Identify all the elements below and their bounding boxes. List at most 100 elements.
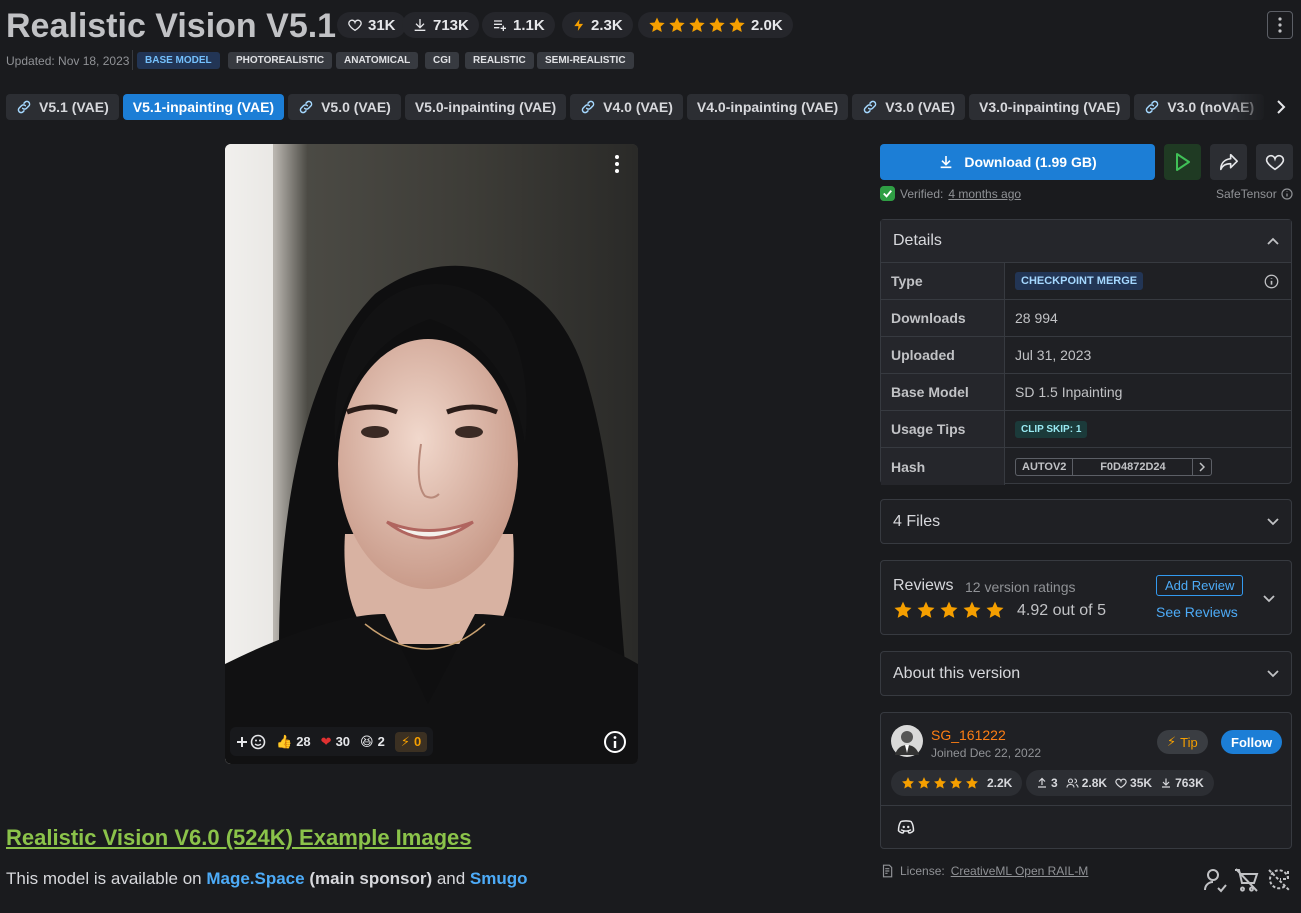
collections-stat[interactable]: 1.1K: [482, 12, 555, 38]
version-tabs: V5.1 (VAE) V5.1-inpainting (VAE) V5.0 (VAE…: [6, 94, 1294, 120]
version-tab-label: V3.0-inpainting (VAE): [979, 99, 1121, 115]
add-reaction-icon: [237, 734, 266, 749]
downloads-stat[interactable]: 713K: [402, 12, 479, 38]
tag-photorealistic[interactable]: PHOTOREALISTIC: [228, 52, 333, 69]
hash-selector[interactable]: AUTOV2 F0D4872D24: [1015, 457, 1213, 476]
detail-value: CHECKPOINT MERGE: [1005, 263, 1291, 299]
run-model-button[interactable]: [1164, 144, 1201, 180]
bolt-icon: ⚡: [400, 733, 410, 749]
tip-button[interactable]: ⚡ Tip: [1157, 730, 1208, 754]
mage-space-link[interactable]: Mage.Space: [206, 869, 304, 888]
more-options-button[interactable]: [1267, 11, 1293, 39]
add-reaction-button[interactable]: [236, 734, 266, 750]
share-button[interactable]: [1210, 144, 1247, 180]
version-tab[interactable]: V5.0 (VAE): [288, 94, 401, 120]
rating-stat[interactable]: 2.0K: [638, 12, 793, 38]
version-tab[interactable]: V5.0-inpainting (VAE): [404, 94, 567, 120]
link-icon: [299, 100, 313, 114]
details-header[interactable]: Details: [881, 220, 1291, 263]
version-tab-label: V5.1-inpainting (VAE): [132, 99, 275, 115]
laugh-reaction[interactable]: 😆 2: [360, 734, 385, 750]
tag-cgi[interactable]: CGI: [425, 52, 459, 69]
smugo-link[interactable]: Smugo: [470, 869, 528, 888]
creator-name-link[interactable]: SG_161222: [931, 727, 1006, 743]
creator-downloads: 763K: [1160, 776, 1204, 790]
creator-divider: [881, 805, 1291, 806]
version-tab[interactable]: V5.1 (VAE): [6, 94, 119, 120]
heart-icon: [1265, 154, 1284, 171]
star-icon: [940, 601, 958, 618]
detail-value: SD 1.5 Inpainting: [1015, 384, 1123, 400]
creator-card: SG_161222 Joined Dec 22, 2022 ⚡ Tip Foll…: [880, 712, 1292, 849]
reviews-count: 12 version ratings: [965, 579, 1076, 595]
image-info-button[interactable]: [603, 730, 627, 754]
hash-value[interactable]: F0D4872D24: [1073, 458, 1194, 475]
heart-icon: [348, 19, 362, 32]
image-options-button[interactable]: [604, 152, 630, 176]
detail-row-type: Type CHECKPOINT MERGE: [881, 263, 1291, 300]
tag-semi-realistic[interactable]: SEMI-REALISTIC: [537, 52, 634, 69]
portrait-image: [225, 144, 638, 764]
buzz-tip-reaction[interactable]: ⚡ 0: [394, 731, 428, 752]
download-button[interactable]: Download (1.99 GB): [880, 144, 1155, 180]
hash-type: AUTOV2: [1016, 458, 1074, 475]
version-tab[interactable]: V3.0-inpainting (VAE): [969, 94, 1131, 120]
see-reviews-link[interactable]: See Reviews: [1156, 604, 1238, 620]
users-icon: [1066, 778, 1079, 788]
cart-off-icon[interactable]: [1233, 867, 1259, 893]
tag-base-model[interactable]: BASE MODEL: [137, 52, 220, 69]
refresh-off-icon[interactable]: [1266, 867, 1292, 893]
buzz-stat[interactable]: 2.3K: [562, 12, 633, 38]
hash-next-button[interactable]: [1193, 459, 1211, 475]
heart-reaction[interactable]: ❤ 30: [321, 734, 350, 750]
follow-button[interactable]: Follow: [1221, 730, 1283, 754]
version-tab[interactable]: V5.1-inpainting (VAE): [122, 94, 285, 120]
creator-rating-stars: [901, 776, 979, 790]
chevron-down-icon[interactable]: [1263, 595, 1275, 603]
tag-realistic[interactable]: REALISTIC: [465, 52, 534, 69]
info-icon: [604, 731, 626, 753]
license-link[interactable]: CreativeML Open RAIL-M: [951, 864, 1089, 878]
discord-icon[interactable]: [897, 819, 915, 835]
version-tab[interactable]: V4.0-inpainting (VAE): [686, 94, 849, 120]
about-version-accordion[interactable]: About this version: [880, 651, 1292, 696]
download-label: Download (1.99 GB): [964, 154, 1097, 170]
link-icon: [1146, 100, 1159, 114]
avatar[interactable]: [891, 725, 923, 757]
example-images-link[interactable]: Realistic Vision V6.0 (524K) Example Ima…: [6, 825, 471, 851]
user-check-icon[interactable]: [1202, 867, 1228, 893]
version-tab-label: V3.0 (VAE): [885, 99, 955, 115]
detail-value: Jul 31, 2023: [1015, 347, 1092, 363]
download-icon: [414, 19, 426, 31]
info-icon[interactable]: [1264, 274, 1279, 289]
file-format[interactable]: SafeTensor: [1216, 187, 1293, 201]
version-tab[interactable]: V3.0 (VAE): [852, 94, 965, 120]
collections-count: 1.1K: [513, 16, 545, 34]
like-reaction[interactable]: 👍 28: [276, 734, 311, 750]
creator-uploads-count: 3: [1051, 776, 1058, 790]
model-preview-image[interactable]: [225, 144, 638, 764]
favorite-button[interactable]: [1256, 144, 1293, 180]
version-tab-label: V5.1 (VAE): [39, 99, 109, 115]
detail-key: Uploaded: [881, 337, 1005, 373]
version-tab-label: V4.0 (VAE): [603, 99, 673, 115]
likes-stat[interactable]: 31K: [337, 12, 406, 38]
add-review-button[interactable]: Add Review: [1156, 575, 1244, 596]
version-scroll-next-button[interactable]: [1268, 94, 1294, 120]
detail-value: 28 994: [1015, 310, 1058, 326]
chevron-down-icon: [1267, 669, 1279, 677]
verified-date-link[interactable]: 4 months ago: [948, 187, 1021, 201]
version-tab-label: V4.0-inpainting (VAE): [696, 99, 839, 115]
clip-skip-badge: CLIP SKIP: 1: [1015, 420, 1088, 438]
creator-rating: 2.2K: [891, 770, 1023, 796]
version-tab[interactable]: V4.0 (VAE): [570, 94, 683, 120]
file-format-label: SafeTensor: [1216, 187, 1277, 201]
details-title: Details: [893, 232, 942, 249]
files-accordion[interactable]: 4 Files: [880, 499, 1292, 544]
star-icon: [986, 601, 1004, 618]
detail-row-hash: Hash AUTOV2 F0D4872D24: [881, 448, 1291, 485]
detail-key: Hash: [881, 448, 1005, 485]
star-icon: [709, 17, 725, 33]
link-icon: [863, 100, 877, 114]
tag-anatomical[interactable]: ANATOMICAL: [336, 52, 419, 69]
